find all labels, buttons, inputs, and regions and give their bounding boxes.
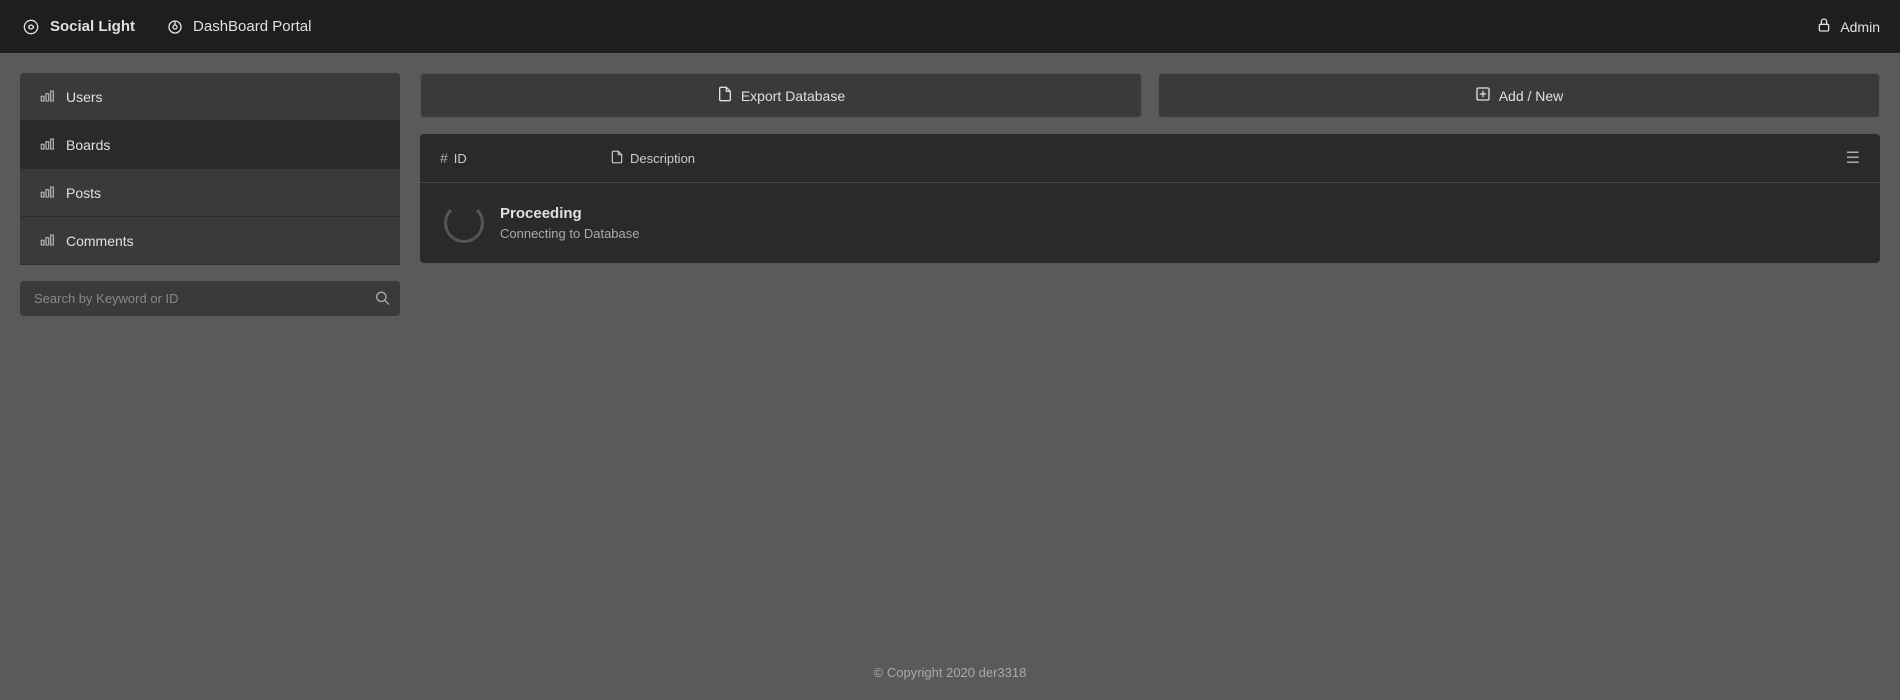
- add-button-label: Add / New: [1499, 88, 1564, 104]
- portal-label: DashBoard Portal: [165, 17, 311, 37]
- sidebar-item-posts[interactable]: Posts: [20, 169, 400, 217]
- content-buttons: Export Database Add / New: [420, 73, 1880, 118]
- brand-label: Social Light: [50, 18, 135, 35]
- search-input[interactable]: [20, 281, 400, 316]
- lock-icon: [1816, 17, 1832, 36]
- admin-label: Admin: [1840, 19, 1880, 35]
- sidebar-item-boards-label: Boards: [66, 137, 110, 153]
- users-icon: [40, 87, 56, 106]
- table-header: # ID Description ☰: [420, 134, 1880, 183]
- col-description-label: Description: [630, 151, 695, 166]
- sidebar-item-comments[interactable]: Comments: [20, 217, 400, 265]
- sidebar: Users Boards Posts: [20, 73, 400, 625]
- posts-icon: [40, 183, 56, 202]
- doc-icon: [610, 150, 624, 167]
- col-id: # ID: [440, 150, 590, 166]
- brand-icon: [20, 16, 42, 38]
- sidebar-item-users[interactable]: Users: [20, 73, 400, 121]
- boards-icon: [40, 135, 56, 154]
- content-area: Export Database Add / New # ID: [420, 73, 1880, 625]
- proceeding-text: Proceeding Connecting to Database: [500, 205, 639, 241]
- search-container: [20, 281, 400, 316]
- proceeding-title: Proceeding: [500, 205, 639, 222]
- col-id-label: ID: [454, 151, 467, 166]
- export-button-label: Export Database: [741, 88, 845, 104]
- admin-section: Admin: [1816, 17, 1880, 36]
- brand[interactable]: Social Light: [20, 16, 135, 38]
- sidebar-item-users-label: Users: [66, 89, 103, 105]
- add-icon: [1475, 86, 1491, 105]
- proceeding-subtitle: Connecting to Database: [500, 226, 639, 241]
- search-button[interactable]: [374, 289, 390, 308]
- menu-icon: ☰: [1846, 150, 1860, 167]
- proceeding-box: Proceeding Connecting to Database: [420, 183, 1880, 263]
- footer: © Copyright 2020 der3318: [0, 645, 1900, 700]
- sidebar-item-boards[interactable]: Boards: [20, 121, 400, 169]
- comments-icon: [40, 231, 56, 250]
- search-icon: [374, 289, 390, 305]
- export-database-button[interactable]: Export Database: [420, 73, 1142, 118]
- sidebar-item-posts-label: Posts: [66, 185, 101, 201]
- main-container: Users Boards Posts: [0, 53, 1900, 645]
- hash-icon: #: [440, 150, 448, 166]
- copyright-text: © Copyright 2020 der3318: [874, 665, 1027, 680]
- col-description: Description: [610, 150, 1826, 167]
- loading-spinner: [444, 203, 484, 243]
- export-icon: [717, 86, 733, 105]
- add-new-button[interactable]: Add / New: [1158, 73, 1880, 118]
- portal-title: DashBoard Portal: [193, 18, 311, 35]
- topnav: Social Light DashBoard Portal Admin: [0, 0, 1900, 53]
- sidebar-item-comments-label: Comments: [66, 233, 134, 249]
- col-actions: ☰: [1846, 148, 1860, 168]
- dashboard-icon: [165, 17, 185, 37]
